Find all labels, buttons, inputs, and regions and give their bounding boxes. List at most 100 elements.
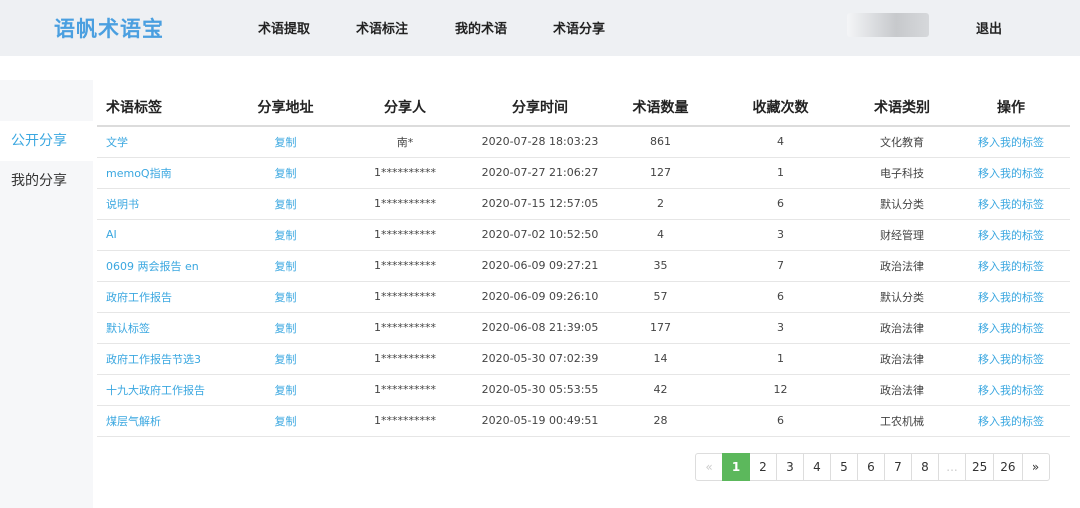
- move-to-my-tags-link[interactable]: 移入我的标签: [952, 405, 1070, 437]
- table-row: 文学 复制 南* 2020-07-28 18:03:23 861 4 文化教育 …: [97, 125, 1070, 158]
- pagination-page-6[interactable]: 6: [857, 453, 885, 481]
- move-to-my-tags-link[interactable]: 移入我的标签: [952, 219, 1070, 251]
- header-term-count[interactable]: 术语数量: [612, 88, 709, 127]
- header-share-time[interactable]: 分享时间: [468, 88, 612, 127]
- move-to-my-tags-link[interactable]: 移入我的标签: [952, 281, 1070, 313]
- copy-link[interactable]: 复制: [229, 188, 342, 220]
- term-tag-link[interactable]: 政府工作报告节选3: [97, 343, 229, 375]
- move-to-my-tags-link[interactable]: 移入我的标签: [952, 343, 1070, 375]
- sharer-cell: 1**********: [342, 219, 468, 251]
- term-tag-link[interactable]: AI: [97, 219, 229, 251]
- nav-term-annotation[interactable]: 术语标注: [356, 18, 408, 37]
- term-tag-link[interactable]: 说明书: [97, 188, 229, 220]
- table-row: 十九大政府工作报告 复制 1********** 2020-05-30 05:5…: [97, 374, 1070, 406]
- sharer-cell: 1**********: [342, 312, 468, 344]
- sharer-cell: 南*: [342, 125, 468, 158]
- category-cell: 财经管理: [852, 219, 952, 251]
- copy-link[interactable]: 复制: [229, 125, 342, 158]
- category-cell: 工农机械: [852, 405, 952, 437]
- share-time-cell: 2020-07-15 12:57:05: [468, 188, 612, 220]
- user-avatar[interactable]: [847, 13, 929, 37]
- term-count-cell: 28: [612, 405, 709, 437]
- app-logo[interactable]: 语帆术语宝: [54, 13, 164, 43]
- term-count-cell: 2: [612, 188, 709, 220]
- term-tag-link[interactable]: 默认标签: [97, 312, 229, 344]
- header-favorite-count[interactable]: 收藏次数: [709, 88, 852, 127]
- move-to-my-tags-link[interactable]: 移入我的标签: [952, 374, 1070, 406]
- favorite-count-cell: 1: [709, 157, 852, 189]
- pagination-page-4[interactable]: 4: [803, 453, 831, 481]
- pagination-page-25[interactable]: 25: [965, 453, 995, 481]
- pagination-page-5[interactable]: 5: [830, 453, 858, 481]
- sharer-cell: 1**********: [342, 157, 468, 189]
- header-term-category: 术语类别: [852, 88, 952, 127]
- header-sharer: 分享人: [342, 88, 468, 127]
- term-count-cell: 861: [612, 125, 709, 158]
- table-row: 政府工作报告 复制 1********** 2020-06-09 09:26:1…: [97, 281, 1070, 313]
- pagination-page-26[interactable]: 26: [993, 453, 1023, 481]
- copy-link[interactable]: 复制: [229, 281, 342, 313]
- copy-link[interactable]: 复制: [229, 343, 342, 375]
- term-tag-link[interactable]: memoQ指南: [97, 157, 229, 189]
- nav-term-extraction[interactable]: 术语提取: [258, 18, 310, 37]
- share-time-cell: 2020-06-08 21:39:05: [468, 312, 612, 344]
- pagination-next-button[interactable]: »: [1021, 453, 1050, 481]
- category-cell: 电子科技: [852, 157, 952, 189]
- category-cell: 政治法律: [852, 312, 952, 344]
- term-count-cell: 4: [612, 219, 709, 251]
- term-count-cell: 14: [612, 343, 709, 375]
- move-to-my-tags-link[interactable]: 移入我的标签: [952, 157, 1070, 189]
- pagination-page-2[interactable]: 2: [749, 453, 777, 481]
- pagination-page-1[interactable]: 1: [722, 453, 750, 481]
- category-cell: 政治法律: [852, 250, 952, 282]
- move-to-my-tags-link[interactable]: 移入我的标签: [952, 312, 1070, 344]
- move-to-my-tags-link[interactable]: 移入我的标签: [952, 125, 1070, 158]
- copy-link[interactable]: 复制: [229, 157, 342, 189]
- move-to-my-tags-link[interactable]: 移入我的标签: [952, 250, 1070, 282]
- copy-link[interactable]: 复制: [229, 374, 342, 406]
- share-time-cell: 2020-05-19 00:49:51: [468, 405, 612, 437]
- pagination-page-8[interactable]: 8: [911, 453, 939, 481]
- table-header-row: 术语标签 分享地址 分享人 分享时间 术语数量 收藏次数 术语类别 操作: [97, 88, 1070, 127]
- logout-button[interactable]: 退出: [976, 18, 1002, 37]
- term-tag-link[interactable]: 政府工作报告: [97, 281, 229, 313]
- pagination-prev-button[interactable]: «: [695, 453, 723, 481]
- table-row: 默认标签 复制 1********** 2020-06-08 21:39:05 …: [97, 312, 1070, 344]
- pagination: « 1 2 3 4 5 6 7 8 ... 25 26 »: [695, 453, 1050, 481]
- pagination-page-3[interactable]: 3: [776, 453, 804, 481]
- term-count-cell: 35: [612, 250, 709, 282]
- favorite-count-cell: 12: [709, 374, 852, 406]
- share-time-cell: 2020-05-30 07:02:39: [468, 343, 612, 375]
- copy-link[interactable]: 复制: [229, 405, 342, 437]
- favorite-count-cell: 4: [709, 125, 852, 158]
- copy-link[interactable]: 复制: [229, 250, 342, 282]
- copy-link[interactable]: 复制: [229, 219, 342, 251]
- top-navigation-bar: 语帆术语宝 术语提取 术语标注 我的术语 术语分享 退出: [0, 0, 1080, 56]
- header-term-tag[interactable]: 术语标签: [97, 88, 229, 127]
- favorite-count-cell: 1: [709, 343, 852, 375]
- share-time-cell: 2020-06-09 09:27:21: [468, 250, 612, 282]
- pagination-ellipsis: ...: [938, 453, 966, 481]
- favorite-count-cell: 6: [709, 188, 852, 220]
- favorite-count-cell: 3: [709, 219, 852, 251]
- category-cell: 政治法律: [852, 374, 952, 406]
- sidebar-item-my-share[interactable]: 我的分享: [0, 161, 93, 201]
- copy-link[interactable]: 复制: [229, 312, 342, 344]
- category-cell: 默认分类: [852, 188, 952, 220]
- move-to-my-tags-link[interactable]: 移入我的标签: [952, 188, 1070, 220]
- category-cell: 文化教育: [852, 125, 952, 158]
- favorite-count-cell: 6: [709, 281, 852, 313]
- sharer-cell: 1**********: [342, 374, 468, 406]
- nav-term-sharing[interactable]: 术语分享: [553, 18, 605, 37]
- term-tag-link[interactable]: 文学: [97, 125, 229, 158]
- pagination-page-7[interactable]: 7: [884, 453, 912, 481]
- share-time-cell: 2020-07-02 10:52:50: [468, 219, 612, 251]
- nav-my-terms[interactable]: 我的术语: [455, 18, 507, 37]
- sharer-cell: 1**********: [342, 281, 468, 313]
- term-tag-link[interactable]: 煤层气解析: [97, 405, 229, 437]
- category-cell: 政治法律: [852, 343, 952, 375]
- sharer-cell: 1**********: [342, 405, 468, 437]
- term-tag-link[interactable]: 0609 两会报告 en: [97, 250, 229, 282]
- term-tag-link[interactable]: 十九大政府工作报告: [97, 374, 229, 406]
- sidebar-item-public-share[interactable]: 公开分享: [0, 121, 93, 161]
